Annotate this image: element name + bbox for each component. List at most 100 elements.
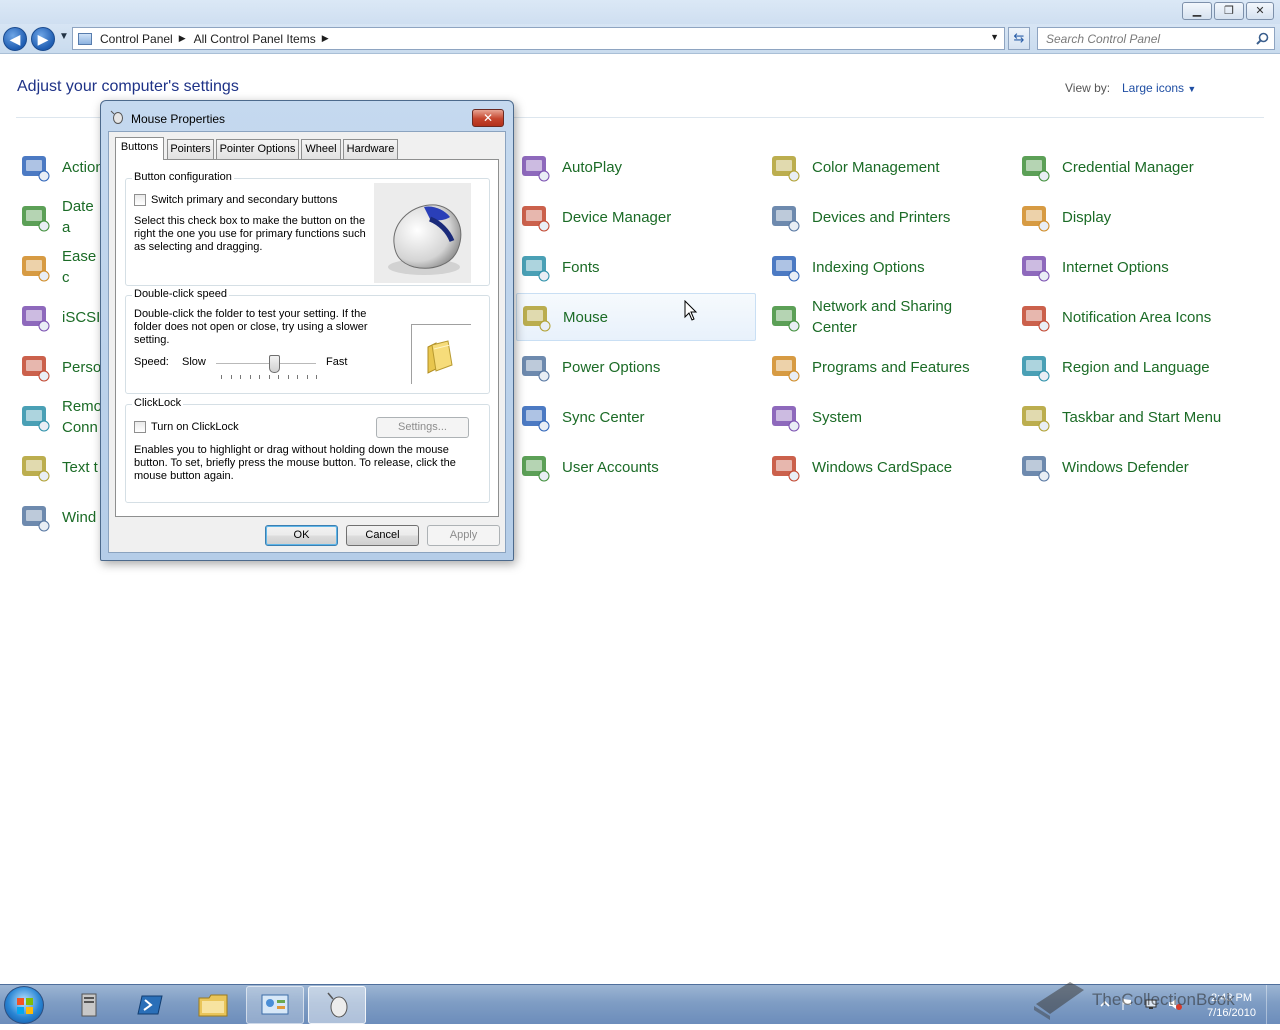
- clicklock-checkbox[interactable]: [134, 421, 146, 433]
- button-configuration-group: Button configuration Switch primary and …: [125, 171, 490, 286]
- speed-slider-track[interactable]: [216, 363, 316, 365]
- cp-item-date-a[interactable]: Date a: [16, 193, 100, 241]
- cp-item-iscsi[interactable]: iSCSI: [16, 293, 100, 341]
- cp-item-color-management[interactable]: Color Management: [766, 143, 1006, 191]
- taskbar-powershell[interactable]: [122, 986, 180, 1024]
- speed-slider-thumb[interactable]: [269, 355, 281, 373]
- cp-item-label: Color Management: [812, 157, 940, 178]
- taskbar-mouse-properties[interactable]: [308, 986, 366, 1024]
- devices-and-printers-icon: [768, 200, 802, 234]
- cp-item-label: Region and Language: [1062, 357, 1210, 378]
- cp-item-credential-manager[interactable]: Credential Manager: [1016, 143, 1256, 191]
- switch-buttons-label[interactable]: Switch primary and secondary buttons: [151, 194, 337, 207]
- chevron-down-icon: ▼: [1187, 84, 1197, 94]
- taskbar-server-manager[interactable]: [60, 986, 118, 1024]
- show-desktop-button[interactable]: [1266, 985, 1280, 1025]
- cp-item-remo[interactable]: Remo Conn: [16, 393, 103, 441]
- cp-item-label-line: Power Options: [562, 358, 661, 376]
- address-dropdown-icon[interactable]: ▼: [990, 32, 999, 42]
- start-button[interactable]: [4, 986, 44, 1024]
- cp-item-taskbar-and-start-menu[interactable]: Taskbar and Start Menu: [1016, 393, 1256, 441]
- server-manager-icon: [81, 993, 97, 1017]
- search-input[interactable]: Search Control Panel: [1037, 27, 1275, 50]
- search-icon[interactable]: [1256, 32, 1269, 45]
- cp-item-label-line: Action: [62, 158, 104, 176]
- tab-pointer-options[interactable]: Pointer Options: [216, 139, 299, 159]
- chevron-right-icon[interactable]: ▶: [322, 33, 329, 44]
- cp-item-action[interactable]: Action: [16, 143, 104, 191]
- cp-item-indexing-options[interactable]: Indexing Options: [766, 243, 1006, 291]
- ok-button[interactable]: OK: [265, 525, 338, 546]
- cp-item-mouse[interactable]: Mouse: [516, 293, 756, 341]
- taskbar-explorer[interactable]: [184, 986, 242, 1024]
- cp-item-display[interactable]: Display: [1016, 193, 1256, 241]
- cp-item-notification-area-icons[interactable]: Notification Area Icons: [1016, 293, 1256, 341]
- clicklock-settings-button[interactable]: Settings...: [376, 417, 469, 438]
- book-watermark-icon: [1034, 982, 1084, 1020]
- cp-item-power-options[interactable]: Power Options: [516, 343, 756, 391]
- cp-item-label: Power Options: [562, 357, 660, 378]
- cp-item-user-accounts[interactable]: User Accounts: [516, 443, 756, 491]
- action-icon: [18, 150, 52, 184]
- refresh-button[interactable]: ⇆: [1008, 27, 1030, 50]
- cp-item-programs-and-features[interactable]: Programs and Features: [766, 343, 1006, 391]
- cp-item-label: Taskbar and Start Menu: [1062, 407, 1221, 428]
- dialog-close-button[interactable]: ✕: [472, 109, 504, 127]
- text-t-icon: [18, 450, 52, 484]
- cp-item-text-t[interactable]: Text t: [16, 443, 100, 491]
- test-folder-area[interactable]: [411, 324, 471, 384]
- dialog-body: Buttons Pointers Pointer Options Wheel H…: [108, 131, 506, 553]
- breadcrumb-control-panel[interactable]: Control Panel: [100, 32, 173, 46]
- cp-item-sync-center[interactable]: Sync Center: [516, 393, 756, 441]
- tab-hardware[interactable]: Hardware: [343, 139, 398, 159]
- recent-pages-dropdown[interactable]: ▼: [59, 31, 69, 42]
- back-button[interactable]: ◀: [3, 27, 27, 51]
- close-button[interactable]: ✕: [1246, 2, 1274, 20]
- cp-item-label: Programs and Features: [812, 357, 970, 378]
- tab-pointers[interactable]: Pointers: [167, 139, 214, 159]
- autoplay-icon: [518, 150, 552, 184]
- cp-item-label: Mouse: [563, 307, 608, 328]
- cp-item-devices-and-printers[interactable]: Devices and Printers: [766, 193, 1006, 241]
- speed-fast-label: Fast: [326, 356, 348, 368]
- cp-item-ease-c[interactable]: Ease c: [16, 243, 100, 291]
- cp-item-label-line: Text t: [62, 458, 98, 476]
- cancel-button[interactable]: Cancel: [346, 525, 419, 546]
- cp-item-system[interactable]: System: [766, 393, 1006, 441]
- mouse-cursor-icon: [684, 300, 698, 321]
- cp-item-region-and-language[interactable]: Region and Language: [1016, 343, 1256, 391]
- double-click-desc-2: folder does not open or close, try using…: [134, 321, 368, 333]
- cp-item-device-manager[interactable]: Device Manager: [516, 193, 756, 241]
- cp-item-label-line: Color Management: [812, 158, 940, 176]
- apply-button[interactable]: Apply: [427, 525, 500, 546]
- cp-item-windows-defender[interactable]: Windows Defender: [1016, 443, 1256, 491]
- cp-item-label-line: Indexing Options: [812, 258, 925, 276]
- switch-buttons-checkbox[interactable]: [134, 194, 146, 206]
- clicklock-label[interactable]: Turn on ClickLock: [151, 421, 239, 434]
- chevron-right-icon[interactable]: ▶: [179, 33, 186, 44]
- address-bar[interactable]: Control Panel ▶ All Control Panel Items …: [72, 27, 1005, 50]
- cp-item-wind[interactable]: Wind: [16, 493, 100, 541]
- cp-item-label-line: Mouse: [563, 308, 609, 326]
- display-icon: [1018, 200, 1052, 234]
- cp-item-internet-options[interactable]: Internet Options: [1016, 243, 1256, 291]
- forward-button[interactable]: ▶: [31, 27, 55, 51]
- control-panel-icon: [78, 32, 92, 45]
- minimize-button[interactable]: ▁: [1182, 2, 1212, 20]
- cp-item-fonts[interactable]: Fonts: [516, 243, 756, 291]
- folder-icon[interactable]: [412, 325, 472, 385]
- mouse-image-icon: [388, 204, 462, 275]
- slider-ticks: [221, 375, 317, 379]
- cp-item-perso[interactable]: Perso: [16, 343, 101, 391]
- tab-buttons[interactable]: Buttons: [115, 137, 164, 160]
- breadcrumb-all-items[interactable]: All Control Panel Items: [194, 32, 316, 46]
- taskbar-control-panel[interactable]: [246, 986, 304, 1024]
- cp-item-windows-cardspace[interactable]: Windows CardSpace: [766, 443, 1006, 491]
- cp-item-label-line: Remo: [62, 398, 103, 415]
- restore-button[interactable]: ❐: [1214, 2, 1244, 20]
- view-by-dropdown[interactable]: Large icons ▼: [1122, 81, 1196, 95]
- view-by-value: Large icons: [1122, 81, 1185, 95]
- cp-item-autoplay[interactable]: AutoPlay: [516, 143, 756, 191]
- cp-item-network-and-sharing[interactable]: Network and Sharing Center: [766, 293, 1006, 341]
- tab-wheel[interactable]: Wheel: [301, 139, 341, 159]
